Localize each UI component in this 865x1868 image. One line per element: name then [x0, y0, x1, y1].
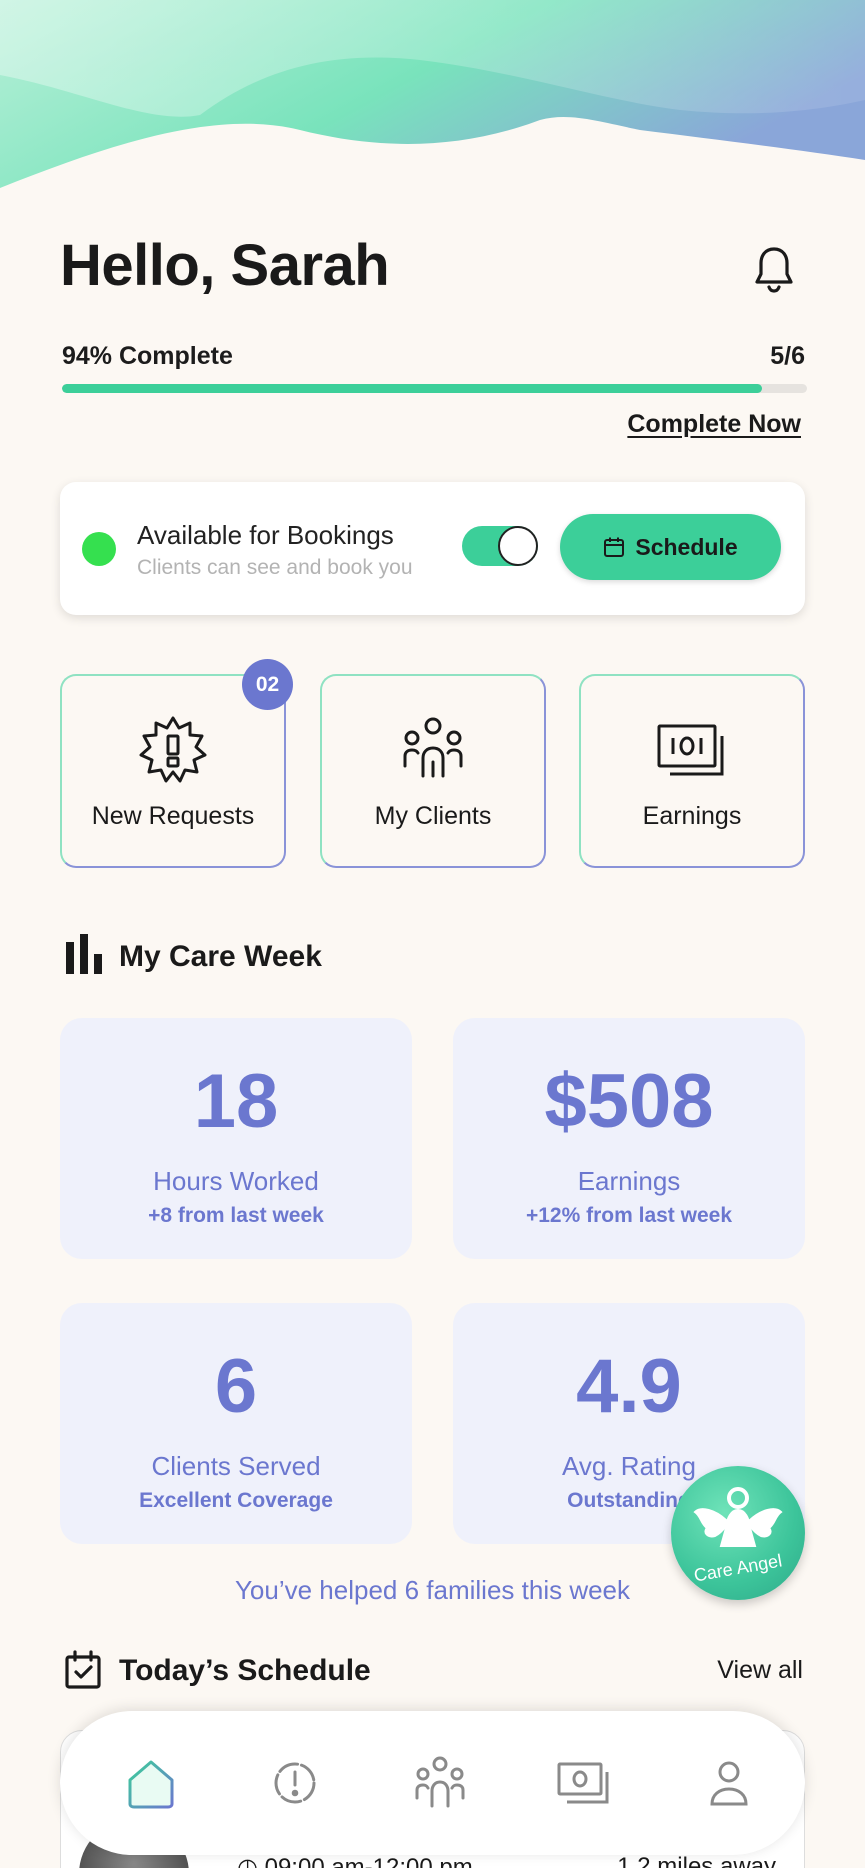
care-angel-button[interactable]: Care Angel — [671, 1466, 805, 1600]
users-icon — [403, 717, 463, 778]
clients-icon[interactable] — [411, 1754, 469, 1812]
stat-value: $508 — [544, 1059, 714, 1144]
stat-label: Earnings — [577, 1166, 681, 1196]
online-status-dot — [82, 532, 116, 566]
tile-label: Earnings — [642, 802, 742, 830]
stat-card-earnings: $508 Earnings +12% from last week — [453, 1018, 805, 1259]
earnings-icon[interactable] — [555, 1754, 613, 1812]
care-week-title: My Care Week — [119, 940, 322, 973]
stat-value: 18 — [193, 1059, 279, 1144]
earnings-tile[interactable]: Earnings — [579, 674, 805, 868]
header-wave — [0, 0, 865, 188]
bar-chart-icon — [66, 934, 102, 974]
profile-progress-label: 94% Complete — [62, 342, 233, 370]
alert-badge-icon — [139, 716, 207, 783]
greeting-title: Hello, Sarah — [60, 233, 390, 298]
stat-value: 6 — [214, 1344, 258, 1429]
schedule-time-text: 09:00 am-12:00 pm — [264, 1854, 473, 1868]
schedule-distance: 1.2 miles away — [617, 1853, 776, 1868]
stat-card-hours: 18 Hours Worked +8 from last week — [60, 1018, 412, 1259]
home-icon[interactable] — [122, 1754, 180, 1812]
todays-schedule-title: Today’s Schedule — [119, 1654, 371, 1687]
toggle-knob — [498, 526, 538, 566]
profile-icon[interactable] — [700, 1754, 758, 1812]
new-requests-badge: 02 — [242, 659, 293, 710]
tile-label: My Clients — [374, 802, 492, 830]
availability-title: Available for Bookings — [137, 520, 394, 550]
tile-label: New Requests — [91, 802, 255, 830]
availability-subtitle: Clients can see and book you — [137, 556, 413, 579]
clock-icon: ◷ — [237, 1854, 265, 1868]
calendar-icon — [604, 537, 625, 557]
schedule-button-label: Schedule — [635, 533, 738, 560]
schedule-button[interactable]: Schedule — [560, 514, 781, 580]
profile-progress-count: 5/6 — [770, 342, 805, 370]
alert-icon[interactable] — [266, 1754, 324, 1812]
my-clients-tile[interactable]: My Clients — [320, 674, 546, 868]
stat-sub: Excellent Coverage — [139, 1489, 333, 1512]
bottom-nav — [60, 1711, 805, 1855]
calendar-check-icon — [65, 1650, 101, 1689]
stat-sub: +12% from last week — [525, 1204, 733, 1227]
stat-sub: +8 from last week — [148, 1204, 324, 1227]
cash-icon — [657, 724, 724, 776]
stat-label: Hours Worked — [153, 1166, 319, 1196]
availability-card: Available for Bookings Clients can see a… — [60, 482, 805, 615]
view-all-link[interactable]: View all — [717, 1656, 803, 1685]
stat-label: Clients Served — [151, 1451, 321, 1481]
profile-progress-fill — [62, 384, 763, 393]
schedule-time: ◷ 09:00 am-12:00 pm — [237, 1853, 473, 1868]
stat-card-clients: 6 Clients Served Excellent Coverage — [60, 1303, 412, 1544]
availability-toggle[interactable] — [462, 526, 538, 566]
profile-progress-bar — [62, 384, 807, 393]
complete-now-link[interactable]: Complete Now — [627, 410, 801, 439]
bell-icon[interactable] — [752, 244, 796, 294]
stat-value: 4.9 — [576, 1344, 682, 1429]
